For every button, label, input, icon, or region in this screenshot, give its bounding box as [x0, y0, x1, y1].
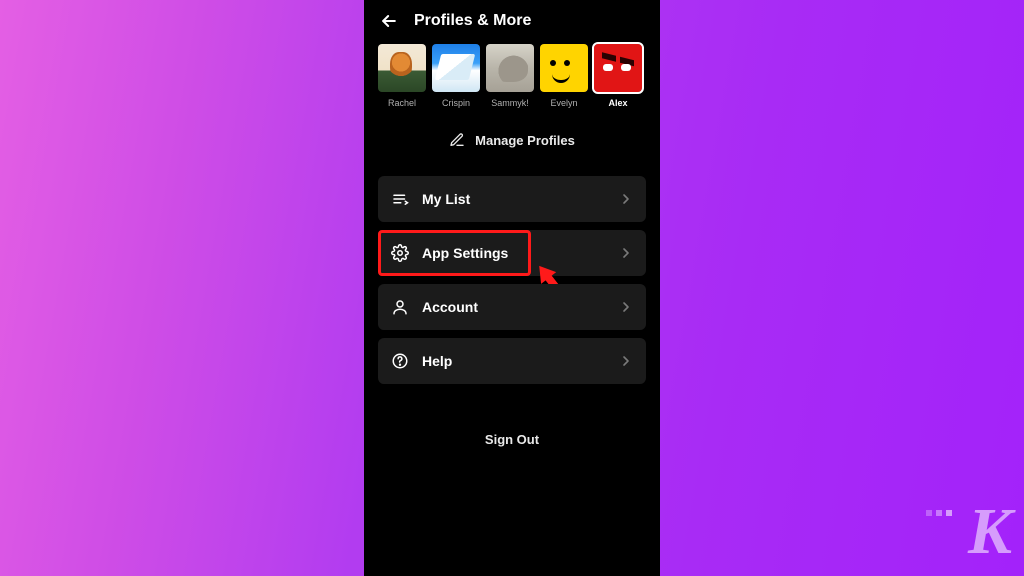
menu-item-label: App Settings — [422, 245, 618, 261]
menu-item-account[interactable]: Account — [378, 284, 646, 330]
phone-frame: Profiles & More Rachel Crispin Sammyk! E… — [364, 0, 660, 576]
menu-item-my-list[interactable]: My List — [378, 176, 646, 222]
menu-list: My List App Settings — [364, 166, 660, 384]
profile-label: Crispin — [442, 98, 470, 108]
menu-item-label: My List — [422, 191, 618, 207]
avatar-smiley-icon — [540, 44, 588, 92]
help-icon — [390, 352, 410, 370]
person-icon — [390, 298, 410, 316]
profile-label: Alex — [608, 98, 627, 108]
sign-out-label: Sign Out — [485, 432, 539, 447]
tutorial-stage: Profiles & More Rachel Crispin Sammyk! E… — [0, 0, 1024, 576]
menu-item-app-settings-wrap: App Settings — [378, 230, 646, 276]
profile-evelyn[interactable]: Evelyn — [540, 44, 588, 108]
avatar-iceberg-icon — [432, 44, 480, 92]
page-title: Profiles & More — [414, 12, 531, 30]
chevron-right-icon — [618, 245, 634, 261]
watermark-logo: K — [968, 494, 1010, 570]
profile-label: Evelyn — [550, 98, 577, 108]
menu-item-label: Help — [422, 353, 618, 369]
profile-crispin[interactable]: Crispin — [432, 44, 480, 108]
profile-label: Sammyk! — [491, 98, 529, 108]
manage-profiles-button[interactable]: Manage Profiles — [364, 110, 660, 166]
profile-rachel[interactable]: Rachel — [378, 44, 426, 108]
chevron-right-icon — [618, 353, 634, 369]
gear-icon — [390, 244, 410, 262]
sign-out-button[interactable]: Sign Out — [364, 432, 660, 447]
profile-alex[interactable]: Alex — [594, 44, 642, 108]
list-icon — [390, 190, 410, 208]
watermark-letter: K — [968, 495, 1010, 568]
avatar-fox-icon — [378, 44, 426, 92]
profile-sammyk[interactable]: Sammyk! — [486, 44, 534, 108]
pencil-icon — [449, 132, 465, 148]
profiles-row: Rachel Crispin Sammyk! Evelyn Alex — [364, 38, 660, 110]
menu-item-app-settings[interactable]: App Settings — [378, 230, 646, 276]
menu-item-help[interactable]: Help — [378, 338, 646, 384]
back-icon[interactable] — [378, 10, 400, 32]
chevron-right-icon — [618, 191, 634, 207]
profile-label: Rachel — [388, 98, 416, 108]
header-bar: Profiles & More — [364, 0, 660, 38]
avatar-angry-red-icon — [594, 44, 642, 92]
avatar-rhino-icon — [486, 44, 534, 92]
manage-profiles-label: Manage Profiles — [475, 133, 575, 148]
menu-item-label: Account — [422, 299, 618, 315]
chevron-right-icon — [618, 299, 634, 315]
watermark-dots-icon — [926, 510, 952, 516]
